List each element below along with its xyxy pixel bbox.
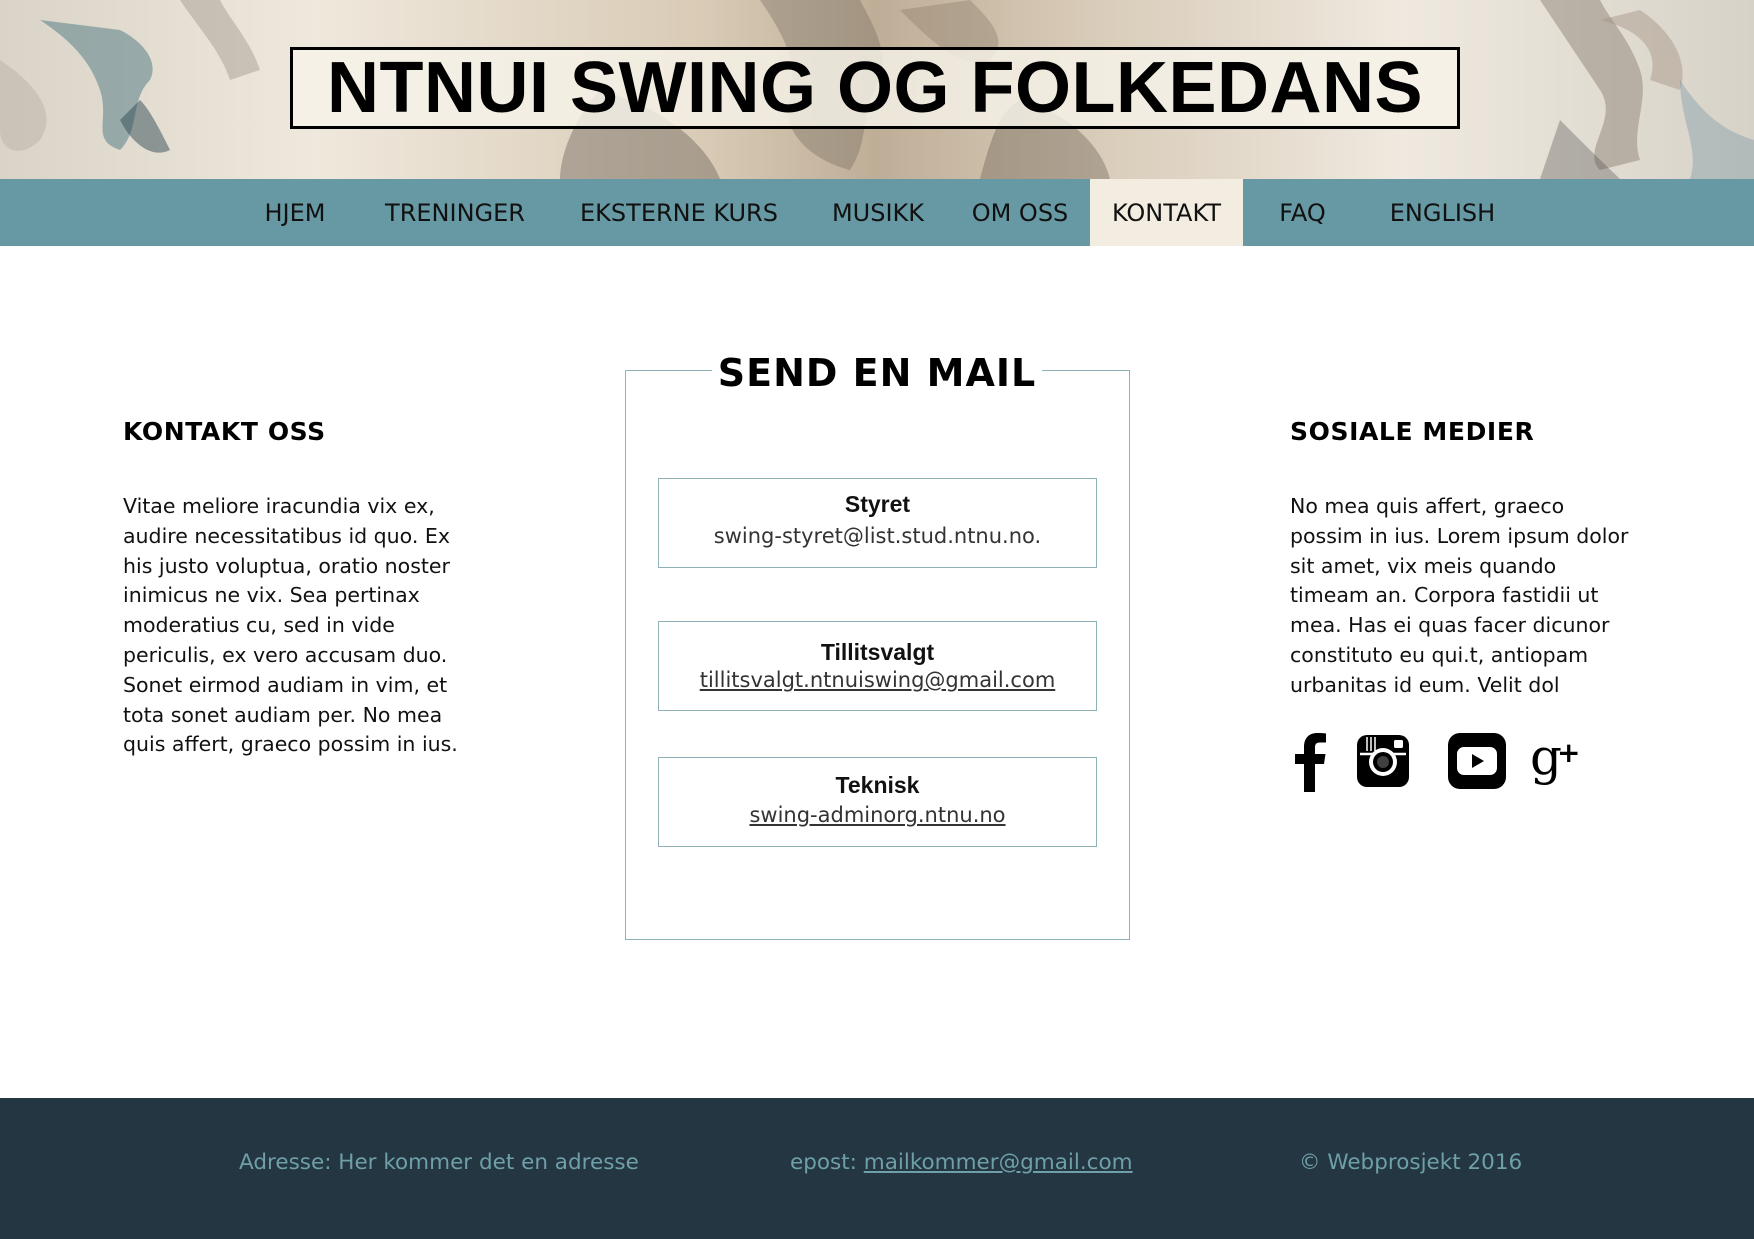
site-title-box: NTNUI SWING OG FOLKEDANS [290,47,1460,129]
youtube-icon[interactable] [1447,728,1507,792]
nav-item-eksterne-kurs[interactable]: EKSTERNE KURS [565,179,793,246]
contact-email-link[interactable]: swing-adminorg.ntnu.no [659,803,1096,827]
social-heading: SOSIALE MEDIER [1290,417,1535,446]
nav-item-english[interactable]: ENGLISH [1375,179,1510,246]
nav-item-om-oss[interactable]: OM OSS [960,179,1080,246]
social-text: No mea quis affert, graeco possim in ius… [1290,494,1629,697]
instagram-icon[interactable] [1356,728,1410,792]
contact-card-styret: Styret swing-styret@list.stud.ntnu.no. [658,478,1097,568]
contact-card-teknisk: Teknisk swing-adminorg.ntnu.no [658,757,1097,847]
contact-name: Teknisk [835,772,920,798]
contact-name: Tillitsvalgt [820,639,935,665]
main-navigation: HJEM TRENINGER EKSTERNE KURS MUSIKK OM O… [0,179,1754,246]
send-mail-heading: SEND EN MAIL [712,348,1042,398]
footer-copyright: © Webprosjekt 2016 [1299,1150,1523,1175]
footer-address: Adresse: Her kommer det en adresse [239,1150,639,1175]
site-title: NTNUI SWING OG FOLKEDANS [327,48,1423,128]
contact-card-tillitsvalgt: Tillitsvalgt tillitsvalgt.ntnuiswing@gma… [658,621,1097,711]
google-plus-icon[interactable]: g + [1530,728,1580,792]
contact-heading: KONTAKT OSS [123,417,326,446]
nav-item-treninger[interactable]: TRENINGER [370,179,540,246]
contact-text: Vitae meliore iracundia vix ex, audire n… [123,494,458,757]
footer-email-label: epost: [790,1150,864,1175]
nav-item-faq[interactable]: FAQ [1255,179,1350,246]
facebook-icon[interactable] [1294,728,1326,792]
svg-text:+: + [1557,736,1580,769]
nav-item-musikk[interactable]: MUSIKK [818,179,938,246]
header-banner: NTNUI SWING OG FOLKEDANS [0,0,1754,179]
contact-email-link[interactable]: tillitsvalgt.ntnuiswing@gmail.com [659,668,1096,692]
contact-email: swing-styret@list.stud.ntnu.no. [713,524,1042,548]
nav-item-hjem[interactable]: HJEM [240,179,350,246]
contact-name: Styret [844,491,911,517]
footer-email: epost: mailkommer@gmail.com [790,1150,1133,1175]
footer-email-link[interactable]: mailkommer@gmail.com [864,1150,1133,1175]
nav-item-kontakt[interactable]: KONTAKT [1090,179,1243,246]
